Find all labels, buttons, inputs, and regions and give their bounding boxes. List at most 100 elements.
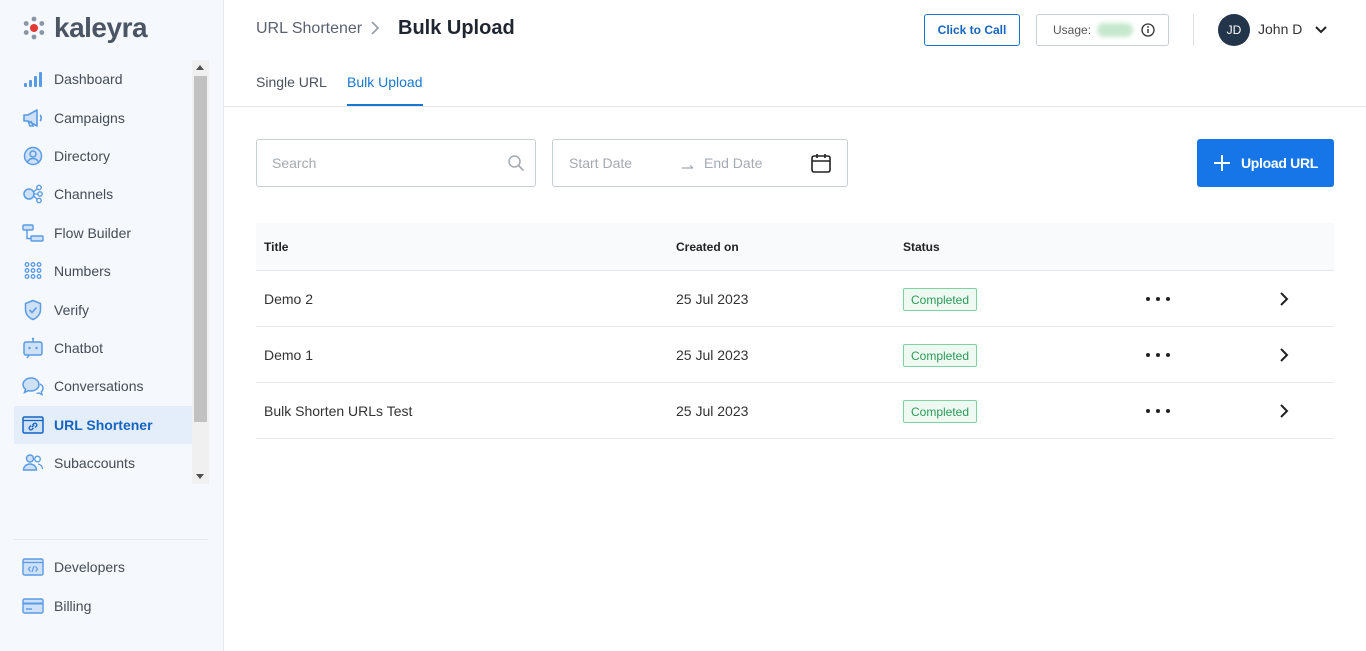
card-icon — [22, 595, 44, 617]
sidebar-item-flow-builder[interactable]: Flow Builder — [14, 214, 192, 252]
sidebar-item-verify[interactable]: Verify — [14, 290, 192, 328]
sidebar-item-label: Developers — [54, 559, 125, 576]
status-badge: Completed — [903, 400, 978, 423]
link-icon — [22, 414, 44, 436]
more-options-icon[interactable] — [1146, 291, 1170, 307]
brand-logo[interactable]: kaleyra — [22, 12, 148, 44]
sidebar-item-label: Chatbot — [54, 339, 104, 356]
sidebar-item-channels[interactable]: Channels — [14, 175, 192, 213]
chevron-right-icon[interactable] — [1278, 347, 1290, 368]
tab-bar: Single URL Bulk Upload — [224, 60, 1366, 107]
header-divider — [1193, 14, 1194, 46]
megaphone-icon — [22, 107, 44, 129]
upload-url-label: Upload URL — [1240, 155, 1319, 171]
more-options-icon[interactable] — [1146, 347, 1170, 363]
usage-value-blurred — [1097, 23, 1134, 37]
top-header: URL Shortener Bulk Upload Click to Call … — [224, 0, 1366, 60]
user-circle-icon — [22, 145, 44, 167]
end-date-input[interactable]: End Date — [704, 155, 762, 171]
usage-indicator[interactable]: Usage: — [1036, 14, 1169, 46]
status-badge: Completed — [903, 288, 978, 311]
click-to-call-button[interactable]: Click to Call — [924, 14, 1020, 46]
bot-icon — [22, 337, 44, 359]
status-badge: Completed — [903, 344, 978, 367]
bar-chart-icon — [22, 68, 44, 90]
column-header-created-on: Created on — [676, 240, 739, 254]
row-created-on: 25 Jul 2023 — [676, 347, 749, 363]
info-icon[interactable] — [1141, 23, 1155, 37]
user-name[interactable]: John D — [1258, 21, 1302, 37]
sidebar-nav: Dashboard Campaigns Directory Channels F… — [14, 60, 192, 484]
users-icon — [22, 452, 44, 474]
sidebar-item-subaccounts[interactable]: Subaccounts — [14, 444, 192, 482]
row-created-on: 25 Jul 2023 — [676, 403, 749, 419]
tab-bulk-upload[interactable]: Bulk Upload — [347, 74, 423, 106]
dialpad-icon — [22, 260, 44, 282]
sidebar-item-label: Conversations — [54, 378, 144, 395]
row-title: Bulk Shorten URLs Test — [264, 403, 413, 419]
sidebar-divider — [14, 539, 208, 540]
more-options-icon[interactable] — [1146, 403, 1170, 419]
sidebar-scrollbar[interactable] — [192, 60, 209, 484]
search-icon[interactable] — [507, 154, 525, 177]
arrow-right-icon — [681, 157, 695, 175]
sidebar-item-label: Campaigns — [54, 109, 125, 126]
scroll-down-icon[interactable] — [196, 474, 204, 479]
sidebar-item-billing[interactable]: Billing — [14, 586, 192, 624]
brand-name: kaleyra — [54, 12, 148, 43]
sidebar-item-campaigns[interactable]: Campaigns — [14, 98, 192, 136]
row-created-on: 25 Jul 2023 — [676, 291, 749, 307]
sidebar-item-label: Billing — [54, 597, 92, 614]
plus-icon — [1213, 154, 1231, 172]
sidebar-item-directory[interactable]: Directory — [14, 137, 192, 175]
sidebar-item-label: URL Shortener — [54, 416, 153, 433]
chevron-down-icon[interactable] — [1314, 22, 1328, 43]
row-title: Demo 1 — [264, 347, 314, 363]
bulk-upload-table: Title Created on Status Demo 2 25 Jul 20… — [256, 223, 1334, 439]
sidebar-bottom-nav: Developers Billing — [14, 548, 192, 625]
date-range-picker[interactable]: Start Date End Date — [552, 139, 848, 187]
table-row[interactable]: Demo 2 25 Jul 2023 Completed — [256, 271, 1334, 327]
calendar-icon[interactable] — [810, 152, 832, 179]
kaleyra-logo-icon — [22, 16, 46, 40]
sidebar-item-developers[interactable]: Developers — [14, 548, 192, 586]
sidebar-item-label: Flow Builder — [54, 224, 132, 241]
sidebar-item-label: Channels — [54, 186, 114, 203]
sidebar-item-chatbot[interactable]: Chatbot — [14, 329, 192, 367]
sidebar: kaleyra Dashboard Campaigns Directory Ch… — [0, 0, 224, 651]
sidebar-item-label: Directory — [54, 147, 111, 164]
start-date-input[interactable]: Start Date — [569, 155, 632, 171]
chat-bubbles-icon — [22, 375, 44, 397]
sidebar-item-label: Verify — [54, 301, 90, 318]
scrollbar-thumb[interactable] — [194, 76, 207, 422]
sidebar-item-dashboard[interactable]: Dashboard — [14, 60, 192, 98]
table-row[interactable]: Demo 1 25 Jul 2023 Completed — [256, 327, 1334, 383]
search-input[interactable] — [257, 140, 497, 186]
avatar[interactable]: JD — [1218, 14, 1250, 46]
search-box — [256, 139, 536, 187]
channels-icon — [22, 183, 44, 205]
usage-label: Usage: — [1053, 23, 1092, 37]
sidebar-item-label: Subaccounts — [54, 455, 135, 472]
table-row[interactable]: Bulk Shorten URLs Test 25 Jul 2023 Compl… — [256, 383, 1334, 439]
breadcrumb-parent[interactable]: URL Shortener — [256, 20, 362, 38]
column-header-title: Title — [264, 240, 289, 254]
table-header: Title Created on Status — [256, 223, 1334, 271]
chevron-right-icon[interactable] — [1278, 403, 1290, 424]
shield-check-icon — [22, 299, 44, 321]
page-title: Bulk Upload — [398, 17, 515, 39]
chevron-right-icon — [370, 20, 380, 41]
sidebar-item-label: Numbers — [54, 263, 111, 280]
chevron-right-icon[interactable] — [1278, 291, 1290, 312]
sidebar-item-conversations[interactable]: Conversations — [14, 367, 192, 405]
column-header-status: Status — [903, 240, 940, 254]
row-title: Demo 2 — [264, 291, 314, 307]
sidebar-item-label: Dashboard — [54, 71, 123, 88]
sidebar-item-url-shortener[interactable]: URL Shortener — [14, 405, 192, 444]
tab-single-url[interactable]: Single URL — [256, 74, 327, 104]
scroll-up-icon[interactable] — [196, 65, 204, 70]
code-icon — [22, 556, 44, 578]
sidebar-item-numbers[interactable]: Numbers — [14, 252, 192, 290]
upload-url-button[interactable]: Upload URL — [1197, 139, 1334, 187]
flow-icon — [22, 222, 44, 244]
